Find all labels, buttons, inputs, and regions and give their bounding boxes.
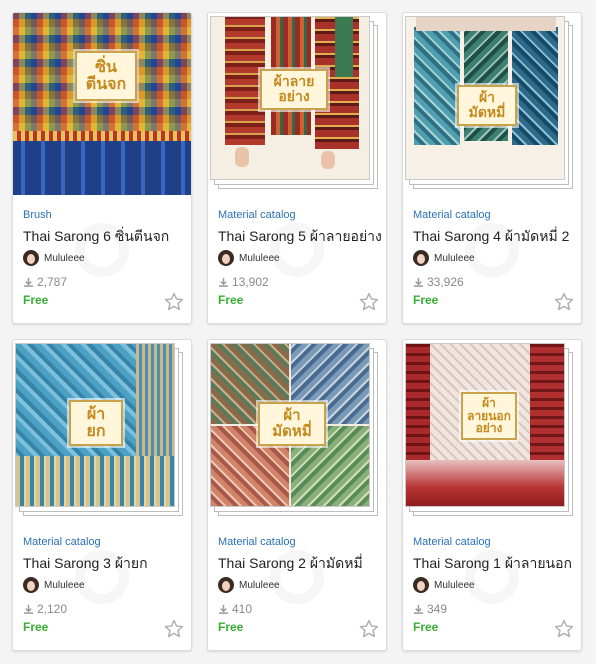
thumbnail-label: ผ้า มัดหมี่ [457, 85, 517, 127]
author-avatar [413, 250, 429, 266]
download-value: 410 [232, 602, 253, 616]
thumbnail-label: ผ้าลาย อย่าง [260, 69, 328, 111]
download-icon [218, 604, 229, 614]
author-name: Mululeee [239, 252, 280, 264]
asset-category[interactable]: Material catalog [413, 209, 491, 221]
author-avatar [23, 577, 39, 593]
asset-grid: ซิ่น ตีนจก Brush Thai Sarong 6 ซิ่นตีนจก… [0, 0, 596, 664]
favorite-star-icon[interactable] [358, 618, 380, 640]
label-line: อย่าง [278, 88, 310, 105]
asset-thumbnail[interactable]: ผ้า ยก [13, 340, 191, 522]
download-count: 410 [218, 602, 252, 616]
author-link[interactable]: Mululeee [218, 576, 280, 594]
label-line: ผ้า [482, 396, 496, 410]
price-label: Free [218, 620, 244, 634]
author-link[interactable]: Mululeee [218, 249, 280, 267]
author-link[interactable]: Mululeee [23, 576, 85, 594]
asset-title[interactable]: Thai Sarong 5 ผ้าลายอย่าง [218, 226, 382, 248]
asset-thumbnail[interactable]: ผ้า มัดหมี่ [208, 340, 386, 522]
label-line: ยก [86, 420, 106, 440]
asset-title[interactable]: Thai Sarong 4 ผ้ามัดหมี่ 2 [413, 226, 569, 248]
author-link[interactable]: Mululeee [413, 249, 475, 267]
asset-category[interactable]: Material catalog [218, 209, 296, 221]
download-count: 33,926 [413, 275, 464, 289]
price-label: Free [413, 620, 439, 634]
author-avatar [218, 250, 234, 266]
download-icon [413, 277, 424, 287]
label-line: มัดหมี่ [272, 421, 312, 440]
asset-thumbnail[interactable]: ผ้าลาย อย่าง [208, 13, 386, 195]
asset-category[interactable]: Material catalog [413, 536, 491, 548]
asset-card[interactable]: ผ้า ยก Material catalog Thai Sarong 3 ผ้… [12, 339, 192, 651]
asset-card[interactable]: ผ้าลาย อย่าง Material catalog Thai Saron… [207, 12, 387, 324]
price-label: Free [218, 293, 244, 307]
download-count: 2,787 [23, 275, 67, 289]
author-name: Mululeee [239, 579, 280, 591]
asset-category[interactable]: Brush [23, 209, 52, 221]
author-avatar [23, 250, 39, 266]
label-line: อย่าง [475, 421, 503, 436]
download-count: 2,120 [23, 602, 67, 616]
asset-category[interactable]: Material catalog [23, 536, 101, 548]
download-value: 2,787 [37, 275, 68, 289]
download-icon [23, 604, 34, 614]
author-name: Mululeee [434, 579, 475, 591]
label-line: ผ้าลาย [273, 74, 315, 90]
author-avatar [413, 577, 429, 593]
asset-title[interactable]: Thai Sarong 6 ซิ่นตีนจก [23, 226, 169, 248]
asset-card[interactable]: ซิ่น ตีนจก Brush Thai Sarong 6 ซิ่นตีนจก… [12, 12, 192, 324]
download-icon [23, 277, 34, 287]
price-label: Free [413, 293, 439, 307]
author-name: Mululeee [44, 579, 85, 591]
author-name: Mululeee [434, 252, 475, 264]
label-line: ตีนจก [85, 73, 127, 93]
download-value: 2,120 [37, 602, 68, 616]
asset-card[interactable]: ผ้า มัดหมี่ Material catalog Thai Sarong… [402, 12, 582, 324]
thumbnail-label: ซิ่น ตีนจก [75, 51, 137, 101]
label-line: ผ้า [478, 90, 496, 106]
asset-card[interactable]: ผ้า ลายนอก อย่าง Material catalog Thai S… [402, 339, 582, 651]
asset-title[interactable]: Thai Sarong 2 ผ้ามัดหมี่ [218, 553, 363, 575]
download-value: 13,902 [232, 275, 269, 289]
favorite-star-icon[interactable] [163, 291, 185, 313]
download-count: 13,902 [218, 275, 269, 289]
price-label: Free [23, 293, 49, 307]
asset-title[interactable]: Thai Sarong 3 ผ้ายก [23, 553, 148, 575]
thumbnail-label: ผ้า ยก [69, 400, 123, 446]
author-link[interactable]: Mululeee [413, 576, 475, 594]
asset-category[interactable]: Material catalog [218, 536, 296, 548]
author-avatar [218, 577, 234, 593]
asset-thumbnail[interactable]: ผ้า มัดหมี่ [403, 13, 581, 195]
thumbnail-label: ผ้า ลายนอก อย่าง [461, 392, 517, 440]
favorite-star-icon[interactable] [358, 291, 380, 313]
favorite-star-icon[interactable] [163, 618, 185, 640]
download-icon [218, 277, 229, 287]
asset-thumbnail[interactable]: ผ้า ลายนอก อย่าง [403, 340, 581, 522]
asset-thumbnail[interactable]: ซิ่น ตีนจก [13, 13, 191, 195]
download-count: 349 [413, 602, 447, 616]
download-icon [413, 604, 424, 614]
author-link[interactable]: Mululeee [23, 249, 85, 267]
asset-card[interactable]: ผ้า มัดหมี่ Material catalog Thai Sarong… [207, 339, 387, 651]
price-label: Free [23, 620, 49, 634]
favorite-star-icon[interactable] [553, 618, 575, 640]
favorite-star-icon[interactable] [553, 291, 575, 313]
label-line: มัดหมี่ [468, 104, 506, 121]
download-value: 33,926 [427, 275, 464, 289]
thumbnail-label: ผ้า มัดหมี่ [258, 402, 326, 446]
download-value: 349 [427, 602, 448, 616]
asset-title[interactable]: Thai Sarong 1 ผ้าลายนอก [413, 553, 572, 575]
author-name: Mululeee [44, 252, 85, 264]
